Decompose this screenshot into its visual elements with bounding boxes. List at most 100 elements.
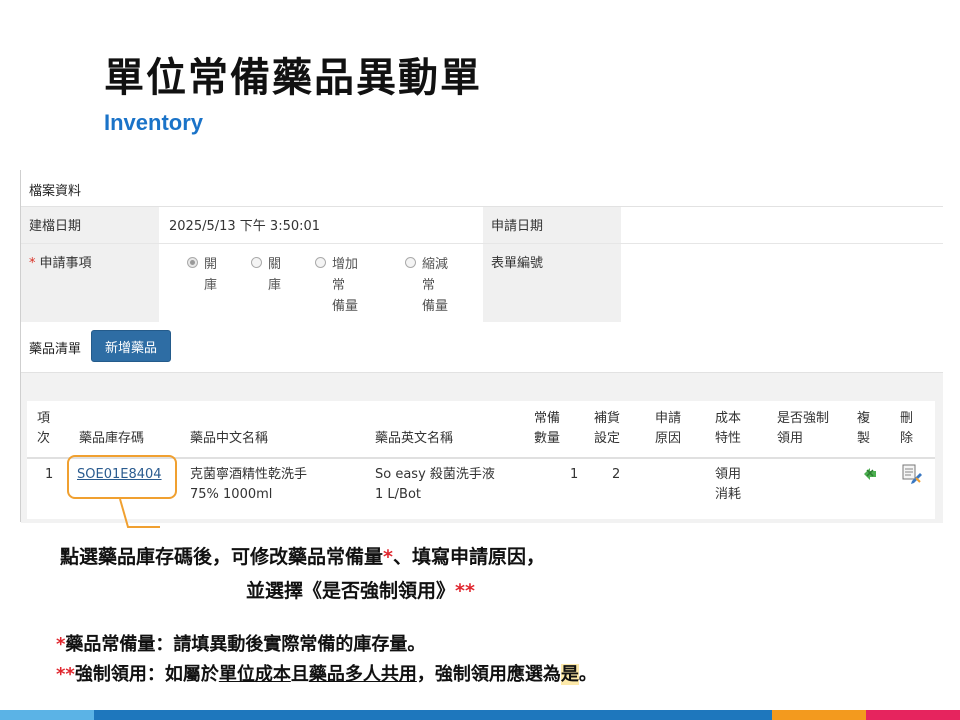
col-index-l2: 次	[37, 431, 51, 446]
note-2-u2: 藥品多人共用	[308, 664, 417, 685]
note-2-star: **	[56, 664, 75, 685]
radio-decrease-line1: 縮減常	[422, 257, 449, 293]
note-2-a: 強制領用：如屬於	[74, 664, 219, 685]
col-copy-l2: 製	[857, 431, 871, 446]
row-cost: 領用 消耗	[715, 465, 741, 505]
col-refill: 補貨 設定	[594, 409, 620, 449]
note-2-b: 且	[290, 664, 309, 685]
slide-title: 單位常備藥品異動單	[104, 55, 482, 101]
note-1: *藥品常備量：請填異動後實際常備的庫存量。	[56, 630, 425, 656]
callout-l1b: 、填寫申請原因，	[392, 546, 545, 568]
radio-decrease[interactable]: 縮減常 備量	[405, 254, 460, 317]
row-name-zh-l1: 克菌寧酒精性乾洗手	[190, 467, 308, 482]
apply-date-value	[621, 207, 943, 243]
radio-close[interactable]: 關 庫	[251, 254, 294, 296]
code-highlight-box	[67, 455, 177, 499]
radio-close-circle[interactable]	[251, 257, 262, 268]
radio-close-line2: 庫	[268, 278, 282, 293]
col-index-l1: 項	[37, 411, 51, 426]
row-name-zh: 克菌寧酒精性乾洗手 75% 1000ml	[190, 465, 307, 505]
radio-increase-label: 增加常 備量	[332, 254, 370, 317]
section-header: 檔案資料	[21, 170, 943, 207]
col-force: 是否強制 領用	[777, 409, 829, 449]
slide-subtitle: Inventory	[104, 110, 204, 135]
drug-list-title: 藥品清單	[29, 342, 82, 357]
row-cost-l1: 領用	[715, 467, 742, 482]
edit-delete-icon[interactable]	[901, 463, 923, 492]
radio-increase-line2: 備量	[332, 299, 359, 314]
col-index: 項 次	[37, 409, 50, 449]
col-code: 藥品庫存碼	[79, 431, 145, 446]
col-delete-l2: 除	[900, 431, 914, 446]
radio-decrease-label: 縮減常 備量	[422, 254, 460, 317]
drug-list-bar: 藥品清單 新增藥品	[21, 322, 943, 373]
radio-open-circle[interactable]	[187, 257, 198, 268]
form-no-label-text: 表單編號	[491, 256, 544, 271]
row-name-en: So easy 殺菌洗手液 1 L/Bot	[375, 465, 495, 505]
radio-open[interactable]: 開 庫	[187, 254, 230, 296]
bottom-bar-orange	[772, 710, 866, 720]
row-cost-l2: 消耗	[715, 487, 742, 502]
col-reason-l2: 原因	[655, 431, 682, 446]
row-name-en-l2: 1 L/Bot	[375, 487, 421, 502]
radio-increase-line1: 增加常	[332, 257, 359, 293]
apply-item-radios: 開 庫 關 庫 增加常 備量 縮減常 備量	[159, 244, 483, 322]
col-delete: 刪 除	[900, 409, 913, 449]
radio-increase[interactable]: 增加常 備量	[315, 254, 370, 317]
apply-item-label-text: 申請事項	[39, 256, 92, 271]
row-index: 1	[45, 467, 54, 482]
note-1-star: *	[56, 634, 66, 655]
radio-decrease-circle[interactable]	[405, 257, 416, 268]
section-title: 檔案資料	[29, 184, 82, 199]
radio-close-label: 關 庫	[268, 254, 294, 296]
bottom-bar-light-blue	[0, 710, 94, 720]
note-2-u1: 單位成本	[218, 664, 291, 685]
radio-increase-circle[interactable]	[315, 257, 326, 268]
col-stock-l2: 數量	[534, 431, 561, 446]
row-stock: 1	[570, 467, 579, 482]
bottom-bar-blue	[94, 710, 772, 720]
radio-decrease-line2: 備量	[422, 299, 449, 314]
col-reason: 申請 原因	[655, 409, 681, 449]
callout-pointer	[119, 498, 160, 528]
form-row-created: 建檔日期 2025/5/13 下午 3:50:01 申請日期	[21, 207, 943, 244]
col-copy: 複 製	[857, 409, 870, 449]
note-1-text: 藥品常備量：請填異動後實際常備的庫存量。	[65, 634, 426, 655]
required-mark: *	[29, 256, 36, 271]
copy-icon[interactable]	[861, 465, 879, 490]
col-copy-l1: 複	[857, 411, 871, 426]
add-drug-button[interactable]: 新增藥品	[91, 330, 171, 362]
radio-close-line1: 關	[268, 257, 282, 272]
col-cost-l1: 成本	[715, 411, 742, 426]
callout-line1: 點選藥品庫存碼後，可修改藥品常備量*、填寫申請原因，	[60, 542, 545, 569]
col-refill-l1: 補貨	[594, 411, 621, 426]
created-date-value: 2025/5/13 下午 3:50:01	[159, 207, 483, 243]
col-stock-l1: 常備	[534, 411, 561, 426]
col-reason-l1: 申請	[655, 411, 682, 426]
created-date-label: 建檔日期	[21, 207, 159, 243]
form-no-value	[621, 244, 943, 322]
callout-l1a: 點選藥品庫存碼後，可修改藥品常備量	[60, 546, 384, 568]
apply-item-label: * 申請事項	[21, 244, 159, 322]
note-2: **強制領用：如屬於單位成本且藥品多人共用，強制領用應選為是。	[56, 660, 597, 686]
col-delete-l1: 刪	[900, 411, 914, 426]
form-row-apply: * 申請事項 開 庫 關 庫 增加常 備量 縮減常 備量 表單編號	[21, 244, 943, 323]
callout-l2-star: **	[455, 580, 475, 602]
note-2-c: ，強制領用應選為	[416, 664, 561, 685]
created-date-value-text: 2025/5/13 下午 3:50:01	[169, 219, 321, 234]
col-name-zh: 藥品中文名稱	[190, 431, 269, 446]
bottom-bar-pink	[866, 710, 960, 720]
callout-line2: 並選擇《是否強制領用》**	[246, 576, 475, 603]
apply-date-label: 申請日期	[483, 207, 621, 243]
note-2-d: 。	[578, 664, 597, 685]
col-name-en: 藥品英文名稱	[375, 431, 454, 446]
note-2-hl: 是	[560, 664, 579, 685]
callout-l2a: 並選擇《是否強制領用》	[246, 580, 456, 602]
col-refill-l2: 設定	[594, 431, 621, 446]
col-cost-l2: 特性	[715, 431, 742, 446]
radio-open-label: 開 庫	[204, 254, 230, 296]
col-stock: 常備 數量	[534, 409, 560, 449]
col-force-l1: 是否強制	[777, 411, 830, 426]
row-name-en-l1: So easy 殺菌洗手液	[375, 467, 495, 482]
apply-date-label-text: 申請日期	[491, 219, 544, 234]
